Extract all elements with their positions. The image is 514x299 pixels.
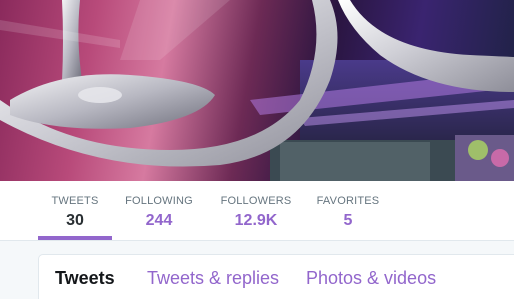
stat-favorites-value: 5 xyxy=(343,212,353,229)
profile-stats-nav: TWEETS 30 FOLLOWING 244 FOLLOWERS 12.9K … xyxy=(0,181,514,241)
stat-following[interactable]: FOLLOWING 244 xyxy=(124,181,194,240)
stat-following-value: 244 xyxy=(145,212,173,229)
stat-tweets-value: 30 xyxy=(66,212,84,229)
stat-followers[interactable]: FOLLOWERS 12.9K xyxy=(218,181,294,240)
stat-tweets-label: TWEETS xyxy=(51,195,99,207)
tab-photos-and-videos[interactable]: Photos & videos xyxy=(306,267,436,289)
tab-tweets-and-replies[interactable]: Tweets & replies xyxy=(147,267,279,289)
stat-tweets[interactable]: TWEETS 30 xyxy=(38,181,112,240)
profile-header-banner xyxy=(0,0,514,181)
tab-tweets[interactable]: Tweets xyxy=(55,267,115,289)
stat-favorites-label: FAVORITES xyxy=(316,195,380,207)
stat-following-label: FOLLOWING xyxy=(125,195,193,207)
banner-photo xyxy=(0,0,514,181)
stat-followers-value: 12.9K xyxy=(234,212,278,229)
stat-favorites[interactable]: FAVORITES 5 xyxy=(314,181,382,240)
profile-page: TWEETS 30 FOLLOWING 244 FOLLOWERS 12.9K … xyxy=(0,0,514,299)
timeline-tabs: Tweets Tweets & replies Photos & videos xyxy=(38,254,514,299)
stat-followers-label: FOLLOWERS xyxy=(220,195,292,207)
